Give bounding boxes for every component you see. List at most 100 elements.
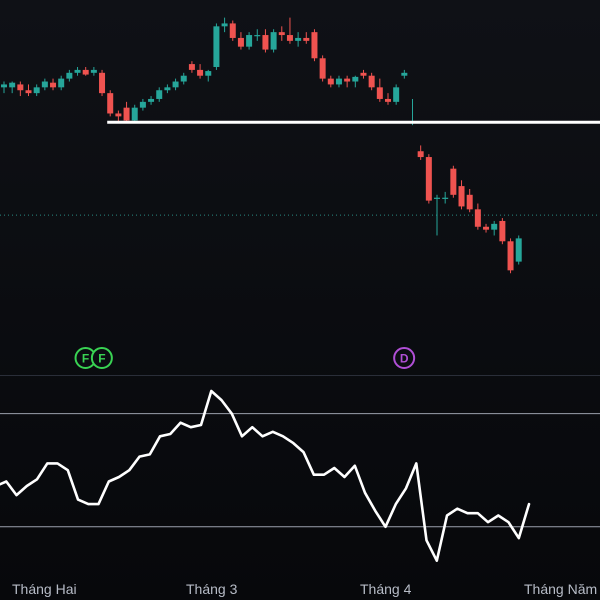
candle[interactable] bbox=[434, 194, 441, 236]
chart-canvas[interactable]: FF D Tháng Hai Tháng 3 Tháng 4 Tháng Năm bbox=[0, 0, 600, 600]
candle[interactable] bbox=[393, 84, 400, 105]
candle[interactable] bbox=[229, 20, 236, 41]
x-tick-label: Tháng Năm bbox=[524, 581, 597, 597]
candle-body bbox=[319, 58, 326, 79]
event-marker[interactable]: D bbox=[393, 347, 416, 369]
candle[interactable] bbox=[425, 154, 432, 204]
candle[interactable] bbox=[344, 75, 351, 88]
candle[interactable] bbox=[295, 32, 302, 47]
candle-body bbox=[507, 241, 514, 271]
candle[interactable] bbox=[401, 69, 408, 79]
candle-body bbox=[360, 72, 367, 76]
candle[interactable] bbox=[499, 218, 506, 245]
candle[interactable] bbox=[442, 191, 449, 204]
candle-body bbox=[483, 226, 490, 230]
candle[interactable] bbox=[90, 67, 97, 76]
candle[interactable] bbox=[515, 235, 522, 265]
candle[interactable] bbox=[139, 98, 146, 111]
event-marker-label: F bbox=[98, 352, 105, 366]
candle[interactable] bbox=[213, 23, 220, 70]
candle-body bbox=[286, 35, 293, 41]
candle-body bbox=[450, 168, 457, 195]
candle[interactable] bbox=[237, 32, 244, 50]
candle[interactable] bbox=[483, 223, 490, 233]
candle[interactable] bbox=[99, 69, 106, 97]
candle-body bbox=[466, 194, 473, 210]
candle-body bbox=[303, 37, 310, 41]
candle[interactable] bbox=[335, 75, 342, 88]
candle-body bbox=[474, 209, 481, 227]
candle-body bbox=[107, 93, 114, 114]
candle-body bbox=[58, 78, 65, 88]
candle[interactable] bbox=[286, 17, 293, 44]
candle[interactable] bbox=[491, 220, 498, 236]
candle-body bbox=[335, 78, 342, 85]
candle[interactable] bbox=[172, 78, 179, 91]
candle[interactable] bbox=[507, 238, 514, 274]
candle[interactable] bbox=[115, 110, 122, 123]
candle-body bbox=[311, 32, 318, 59]
candle[interactable] bbox=[148, 96, 155, 105]
candle[interactable] bbox=[41, 78, 48, 91]
candle-body bbox=[442, 197, 449, 199]
candle-body bbox=[17, 84, 24, 91]
oscillator-pane[interactable] bbox=[0, 389, 600, 563]
candle[interactable] bbox=[156, 87, 163, 102]
candle[interactable] bbox=[180, 72, 187, 85]
candle[interactable] bbox=[254, 29, 261, 41]
candle[interactable] bbox=[262, 29, 269, 53]
candle[interactable] bbox=[58, 75, 65, 91]
candle[interactable] bbox=[1, 81, 7, 94]
candle-body bbox=[434, 197, 441, 199]
candle-body bbox=[131, 107, 138, 121]
candle[interactable] bbox=[131, 104, 138, 123]
candle[interactable] bbox=[327, 75, 334, 88]
candle[interactable] bbox=[33, 84, 40, 97]
candle[interactable] bbox=[188, 61, 195, 73]
candle[interactable] bbox=[50, 78, 57, 91]
candle[interactable] bbox=[205, 69, 212, 82]
candle[interactable] bbox=[278, 26, 285, 41]
candle[interactable] bbox=[17, 81, 24, 97]
candle[interactable] bbox=[270, 29, 277, 53]
candle[interactable] bbox=[221, 17, 228, 33]
price-pane[interactable]: FF D bbox=[0, 17, 600, 369]
candle[interactable] bbox=[25, 84, 32, 97]
candle-body bbox=[262, 35, 269, 50]
candle[interactable] bbox=[384, 93, 391, 105]
candle-body bbox=[99, 72, 106, 94]
candle[interactable] bbox=[450, 165, 457, 198]
candle[interactable] bbox=[74, 67, 81, 76]
candle-body bbox=[237, 37, 244, 47]
event-marker-label: D bbox=[400, 352, 409, 366]
candle[interactable] bbox=[458, 180, 465, 210]
candle[interactable] bbox=[246, 32, 253, 50]
candle[interactable] bbox=[9, 81, 16, 94]
oscillator-line[interactable] bbox=[0, 389, 531, 563]
candle[interactable] bbox=[303, 32, 310, 44]
event-marker[interactable]: F bbox=[90, 347, 113, 369]
candle[interactable] bbox=[164, 84, 171, 94]
candle[interactable] bbox=[417, 145, 424, 160]
candle[interactable] bbox=[376, 78, 383, 102]
candle[interactable] bbox=[197, 64, 204, 79]
candle[interactable] bbox=[466, 189, 473, 213]
candle[interactable] bbox=[352, 75, 359, 88]
candle[interactable] bbox=[107, 90, 114, 117]
candle-body bbox=[9, 82, 16, 88]
candle[interactable] bbox=[360, 69, 367, 79]
candle[interactable] bbox=[123, 101, 130, 123]
candle-body bbox=[205, 71, 212, 76]
candle-body bbox=[352, 76, 359, 82]
candle-body bbox=[515, 238, 522, 262]
candle[interactable] bbox=[66, 69, 73, 82]
stock-chart[interactable]: FF D Tháng Hai Tháng 3 Tháng 4 Tháng Năm bbox=[0, 0, 600, 600]
candle-body bbox=[384, 98, 391, 102]
candle[interactable] bbox=[319, 55, 326, 82]
candle[interactable] bbox=[311, 29, 318, 62]
candle[interactable] bbox=[368, 72, 375, 91]
candle-body bbox=[368, 75, 375, 88]
candle[interactable] bbox=[474, 203, 481, 230]
candle-body bbox=[213, 26, 220, 67]
candle[interactable] bbox=[82, 67, 89, 76]
